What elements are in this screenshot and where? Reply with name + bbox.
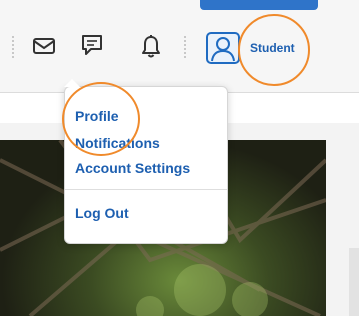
bell-icon[interactable]: [140, 34, 162, 64]
user-icon: [211, 37, 235, 62]
scrollbar[interactable]: [349, 248, 359, 316]
chat-icon[interactable]: [80, 33, 104, 63]
menu-item-account-settings[interactable]: Account Settings: [75, 160, 190, 176]
divider: [12, 36, 14, 58]
highlight-circle: [62, 82, 140, 156]
top-navbar: Student: [0, 0, 359, 92]
header-accent-strip: [200, 0, 318, 10]
highlight-circle: [238, 14, 310, 86]
user-avatar-button[interactable]: [206, 32, 240, 64]
envelope-icon[interactable]: [32, 36, 56, 60]
menu-item-log-out[interactable]: Log Out: [75, 205, 129, 221]
menu-divider: [65, 189, 227, 190]
divider: [184, 36, 186, 58]
menu-caret: [64, 79, 80, 87]
